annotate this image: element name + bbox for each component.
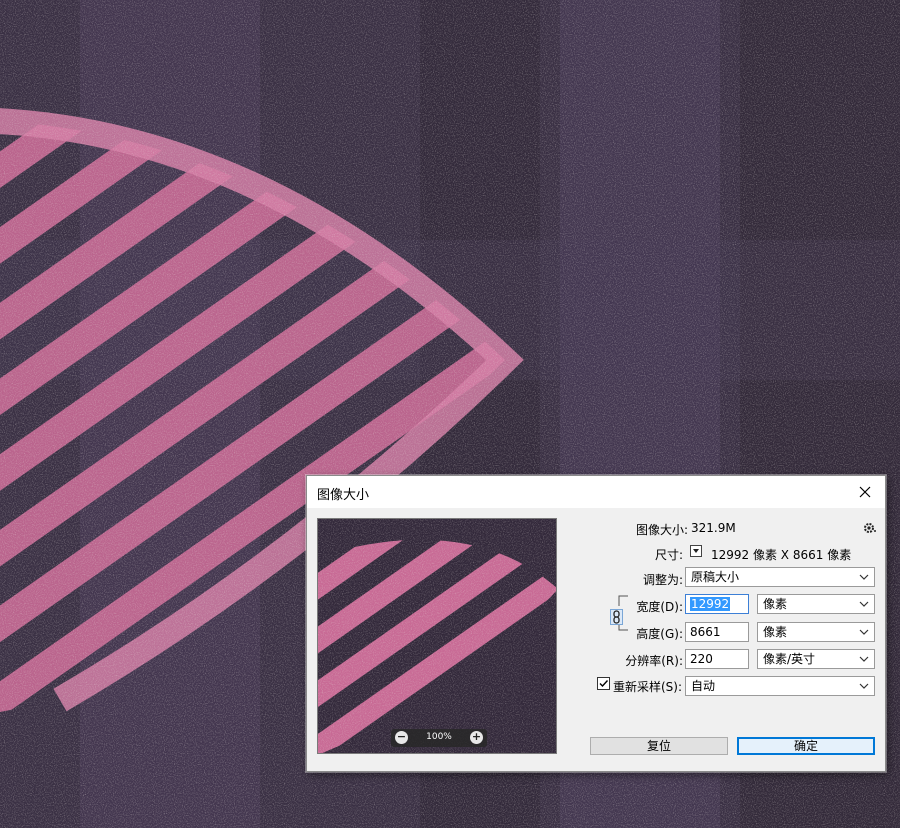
zoom-control: − 100% + (391, 729, 487, 747)
chevron-down-icon (859, 656, 869, 662)
height-unit-value: 像素 (763, 625, 788, 639)
resample-label[interactable]: 重新采样(S): (613, 678, 682, 695)
width-unit-value: 像素 (763, 597, 788, 611)
dimensions-label: 尺寸: (654, 548, 683, 562)
image-size-value: 321.9M (691, 521, 736, 535)
settings-button[interactable] (863, 521, 877, 535)
chain-link-icon (613, 610, 620, 624)
chevron-down-icon (859, 629, 869, 635)
image-preview[interactable]: − 100% + (317, 518, 557, 754)
resample-value: 自动 (691, 679, 716, 693)
constrain-proportions-toggle[interactable] (610, 609, 623, 625)
dimensions-value: 12992 像素 X 8661 像素 (711, 548, 852, 562)
width-label: 宽度(D): (636, 600, 683, 614)
height-unit-select[interactable]: 像素 (757, 622, 875, 642)
resample-checkbox[interactable] (597, 677, 610, 690)
height-input[interactable]: 8661 (685, 622, 749, 642)
gear-icon (864, 523, 876, 533)
resolution-input[interactable]: 220 (685, 649, 749, 669)
preview-artwork (318, 519, 556, 753)
width-unit-select[interactable]: 像素 (757, 594, 875, 614)
image-size-label: 图像大小: (635, 523, 688, 537)
chevron-down-icon (859, 601, 869, 607)
image-size-dialog: 图像大小 − 100% + 图像大小: 321.9M 尺寸: 12992 像素 … (306, 475, 886, 772)
zoom-in-button[interactable]: + (470, 731, 483, 744)
height-value: 8661 (690, 625, 721, 639)
dialog-title: 图像大小 (317, 488, 370, 503)
chevron-down-icon (693, 549, 699, 553)
height-label: 高度(G): (636, 627, 683, 641)
resolution-label: 分辨率(R): (625, 654, 683, 668)
reset-button[interactable]: 复位 (590, 737, 728, 755)
dialog-titlebar[interactable]: 图像大小 (307, 476, 885, 508)
ok-button[interactable]: 确定 (737, 737, 875, 755)
resolution-unit-select[interactable]: 像素/英寸 (757, 649, 875, 669)
fit-to-select[interactable]: 原稿大小 (685, 567, 875, 587)
fit-to-value: 原稿大小 (691, 570, 740, 584)
close-icon (859, 486, 871, 498)
resolution-value: 220 (690, 652, 713, 666)
fit-to-label: 调整为: (642, 573, 683, 587)
resolution-unit-value: 像素/英寸 (763, 652, 816, 666)
width-value: 12992 (690, 597, 731, 611)
checkmark-icon (599, 680, 609, 688)
resample-select[interactable]: 自动 (685, 676, 875, 696)
chevron-down-icon (859, 574, 869, 580)
width-input[interactable]: 12992 (685, 594, 749, 614)
plus-icon: + (471, 730, 482, 743)
chevron-down-icon (859, 683, 869, 689)
close-button[interactable] (845, 476, 885, 508)
dimensions-unit-dropdown[interactable] (690, 545, 702, 557)
